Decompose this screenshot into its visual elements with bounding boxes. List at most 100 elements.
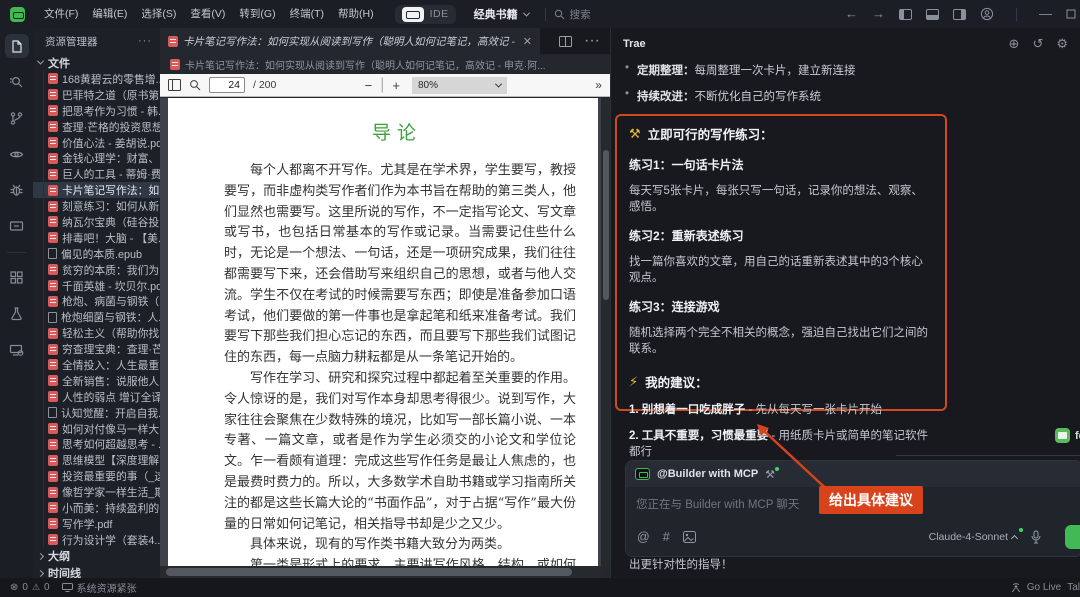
global-search[interactable]: 搜索 <box>554 7 591 22</box>
zoom-level-select[interactable]: 80% <box>412 77 507 94</box>
zoom-in-button[interactable]: + <box>392 78 400 93</box>
pdf-search-icon[interactable] <box>189 79 201 91</box>
minimize-button[interactable]: — <box>1039 0 1052 28</box>
maximize-button[interactable] <box>1066 9 1076 19</box>
file-item[interactable]: 排毒吧！大脑 - 【美... <box>33 230 160 246</box>
pdf-file-icon <box>48 280 58 291</box>
close-tab-icon[interactable]: ✕ <box>523 35 532 48</box>
menu-item-4[interactable]: 转到(G) <box>232 0 282 28</box>
agent-selector[interactable]: @Builder with MCP ⚒ <box>626 461 1080 487</box>
attach-image-icon[interactable] <box>683 531 696 543</box>
history-icon[interactable]: ↺ <box>1032 36 1043 52</box>
context-hash-icon[interactable]: # <box>663 530 670 544</box>
chevron-right-icon <box>37 553 44 560</box>
timeline-section-header[interactable]: 时间线 <box>33 565 160 578</box>
monitor-icon[interactable] <box>5 214 29 238</box>
problems-indicator[interactable]: ⊗ 0 ⚠ 0 <box>10 582 50 593</box>
menu-item-1[interactable]: 编辑(E) <box>85 0 134 28</box>
file-item[interactable]: 价值心法 - 姜胡说.pdf <box>33 135 160 151</box>
settings-gear-icon[interactable]: ⚙ <box>1056 36 1068 52</box>
explorer-more-button[interactable]: ··· <box>138 35 152 47</box>
toggle-panel-icon[interactable] <box>926 9 939 20</box>
file-item[interactable]: 投资最重要的事（_这... <box>33 468 160 484</box>
pdf-file-icon <box>48 534 58 545</box>
file-item[interactable]: 巨人的工具 - 蒂姆·费... <box>33 166 160 182</box>
resource-warning[interactable]: 系统资源紧张 <box>62 580 137 595</box>
file-item[interactable]: 偏见的本质.epub <box>33 246 160 262</box>
new-chat-icon[interactable]: ⊕ <box>1009 36 1020 52</box>
toggle-sidebar-icon[interactable] <box>899 9 912 20</box>
menu-item-6[interactable]: 帮助(H) <box>331 0 381 28</box>
zoom-out-button[interactable]: − <box>365 78 373 93</box>
outline-section-header[interactable]: 大纲 <box>33 548 160 565</box>
file-label: 认知觉醒：开启自我... <box>61 405 160 421</box>
remote-device-icon[interactable] <box>5 337 29 361</box>
file-label: 思维模型【深度理解... <box>62 452 160 468</box>
file-item[interactable]: 枪炮细菌与钢铁：人... <box>33 309 160 325</box>
pdf-editor-tab[interactable]: 卡片笔记写作法：如何实现从阅读到写作（聪明人如何记笔记，高效记 - 申克·阿伦斯… <box>160 28 540 54</box>
menu-item-2[interactable]: 选择(S) <box>134 0 183 28</box>
test-flask-icon[interactable] <box>5 301 29 325</box>
file-label: 纳瓦尔宝典（硅谷投... <box>62 214 160 230</box>
pdf-file-icon <box>48 328 58 339</box>
menu-item-0[interactable]: 文件(F) <box>37 0 85 28</box>
nav-back-button[interactable]: ← <box>845 0 858 28</box>
file-item[interactable]: 如何对付像马一样大... <box>33 421 160 437</box>
go-live-button[interactable]: Go Live <box>1027 582 1061 593</box>
file-item[interactable]: 认知觉醒：开启自我... <box>33 405 160 421</box>
menu-item-5[interactable]: 终端(T) <box>283 0 331 28</box>
file-item[interactable]: 思维模型【深度理解... <box>33 452 160 468</box>
workspace-switcher[interactable]: 经典书籍 <box>474 6 529 22</box>
ide-mode-switch[interactable]: IDE <box>395 5 456 24</box>
toolbar-more-button[interactable]: » <box>595 78 602 92</box>
file-item[interactable]: 行为设计学（套装4... <box>33 532 160 548</box>
file-item[interactable]: 刻意练习：如何从新... <box>33 198 160 214</box>
microphone-icon[interactable] <box>1030 530 1042 544</box>
file-item[interactable]: 小而美：持续盈利的... <box>33 500 160 516</box>
breadcrumb[interactable]: 卡片笔记写作法：如何实现从阅读到写作（聪明人如何记笔记，高效记 - 申克·阿..… <box>160 55 610 74</box>
file-item[interactable]: 轻松主义（帮助你找... <box>33 325 160 341</box>
file-item[interactable]: 全情投入：人生最重... <box>33 357 160 373</box>
file-item[interactable]: 168黄碧云的零售增... <box>33 71 160 87</box>
pdf-file-icon <box>170 59 180 70</box>
send-button[interactable] <box>1065 525 1080 549</box>
file-item[interactable]: 查理·芒格的投资思想... <box>33 119 160 135</box>
mention-icon[interactable]: @ <box>637 530 650 544</box>
pdf-file-icon <box>48 216 58 227</box>
file-item[interactable]: 纳瓦尔宝典（硅谷投... <box>33 214 160 230</box>
page-number-input[interactable] <box>209 77 245 93</box>
file-item[interactable]: 把思考作为习惯 - 韩... <box>33 103 160 119</box>
file-item[interactable]: 枪炮、病菌与钢铁（... <box>33 293 160 309</box>
file-item[interactable]: 思考如何超越思考 - ... <box>33 436 160 452</box>
explorer-icon[interactable] <box>5 34 29 58</box>
nav-forward-button[interactable]: → <box>872 0 885 28</box>
pdf-paragraph: 第一类是形式上的要求，主要讲写作风格、结构，或如何正确引用文献；第二类主要给予心… <box>224 556 576 566</box>
editor-more-button[interactable]: ··· <box>584 32 600 50</box>
file-item[interactable]: 全新销售：说服他人... <box>33 373 160 389</box>
search-icon[interactable] <box>5 70 29 94</box>
extensions-icon[interactable] <box>5 265 29 289</box>
file-item[interactable]: 像哲学家一样生活_斯... <box>33 484 160 500</box>
file-item[interactable]: 人性的弱点 增订全译... <box>33 389 160 405</box>
file-label: 168黄碧云的零售增... <box>62 71 160 87</box>
files-section-header[interactable]: 文件 <box>33 54 160 71</box>
file-item[interactable]: 金钱心理学：财富、... <box>33 150 160 166</box>
menu-item-3[interactable]: 查看(V) <box>183 0 232 28</box>
file-item[interactable]: 贫穷的本质：我们为... <box>33 262 160 278</box>
status-right-clipped[interactable]: Tal <box>1067 582 1080 593</box>
split-editor-icon[interactable] <box>559 36 572 47</box>
toggle-secondary-sidebar-icon[interactable] <box>953 9 966 20</box>
toggle-thumbnails-icon[interactable] <box>168 79 181 91</box>
file-item[interactable]: 千面英雄 - 坎贝尔.pdf <box>33 278 160 294</box>
preview-eye-icon[interactable] <box>5 142 29 166</box>
model-selector[interactable]: Claude-4-Sonnet <box>929 531 1017 543</box>
file-item[interactable]: 卡片笔记写作法：如... <box>33 182 160 198</box>
debug-bug-icon[interactable] <box>5 178 29 202</box>
vertical-scrollbar[interactable] <box>601 98 610 566</box>
file-item[interactable]: 巴菲特之道（原书第... <box>33 87 160 103</box>
file-item[interactable]: 写作学.pdf <box>33 516 160 532</box>
file-item[interactable]: 穷查理宝典：查理·芒... <box>33 341 160 357</box>
source-control-icon[interactable] <box>5 106 29 130</box>
account-icon[interactable] <box>980 7 994 21</box>
horizontal-scrollbar[interactable] <box>160 566 601 578</box>
